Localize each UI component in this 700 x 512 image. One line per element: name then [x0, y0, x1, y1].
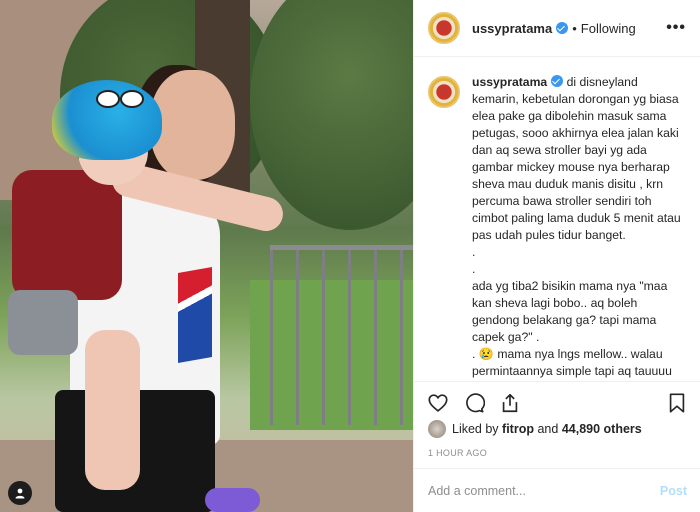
caption-username[interactable]: ussypratama: [472, 75, 547, 89]
photo-tree: [250, 0, 413, 230]
comment-button[interactable]: [462, 391, 486, 415]
photo-child-leg: [85, 330, 140, 490]
photo-shoe: [205, 488, 260, 512]
likes-prefix: Liked by: [452, 422, 499, 436]
photo-fence-rail: [270, 245, 413, 250]
photo-shirt-print: [178, 267, 212, 363]
caption-body: ussypratama di disneyland kemarin, kebet…: [472, 74, 685, 380]
action-bar: [414, 381, 700, 424]
comments-area[interactable]: ussypratama di disneyland kemarin, kebet…: [414, 58, 700, 380]
avatar[interactable]: [428, 12, 460, 44]
post-timestamp[interactable]: 1 HOUR AGO: [428, 448, 487, 458]
likes-connector: and: [537, 422, 559, 436]
comment-icon: [466, 393, 485, 413]
user-tag-button[interactable]: [8, 481, 32, 505]
likes-summary: Liked by fitrop and 44,890 others: [428, 420, 642, 438]
caption: ussypratama di disneyland kemarin, kebet…: [428, 74, 685, 380]
share-icon: [502, 393, 518, 413]
user-tag-icon: [15, 488, 25, 499]
liker-username[interactable]: fitrop: [502, 422, 534, 436]
post-photo[interactable]: [0, 0, 413, 512]
comment-input[interactable]: [428, 483, 660, 498]
share-button[interactable]: [498, 391, 522, 415]
save-button[interactable]: [665, 391, 689, 415]
photo-child-shorts: [8, 290, 78, 355]
liker-avatar[interactable]: [428, 420, 446, 438]
separator-dot: •: [572, 20, 577, 36]
photo-woman-face: [150, 70, 235, 180]
heart-icon: [428, 394, 448, 412]
photo-fence: [270, 245, 413, 425]
post-header: ussypratama • Following •••: [414, 0, 700, 57]
photo-hat-eye: [120, 90, 144, 108]
verified-badge-icon: [551, 75, 564, 87]
likes-count[interactable]: 44,890 others: [562, 422, 642, 436]
post-comment-button[interactable]: Post: [660, 484, 687, 498]
following-button[interactable]: Following: [581, 21, 636, 36]
caption-text: di disneyland kemarin, kebetulan doronga…: [472, 75, 681, 378]
photo-child-shirt: [12, 170, 122, 300]
bookmark-icon: [669, 393, 685, 413]
more-options-icon[interactable]: •••: [666, 19, 686, 37]
like-button[interactable]: [426, 391, 450, 415]
photo-hat-eye: [96, 90, 120, 108]
comment-form: Post: [414, 468, 700, 512]
header-username[interactable]: ussypratama: [472, 21, 552, 36]
post-sidebar: ussypratama • Following ••• ussypratama …: [413, 0, 700, 512]
avatar[interactable]: [428, 76, 460, 108]
verified-badge-icon: [556, 22, 569, 34]
